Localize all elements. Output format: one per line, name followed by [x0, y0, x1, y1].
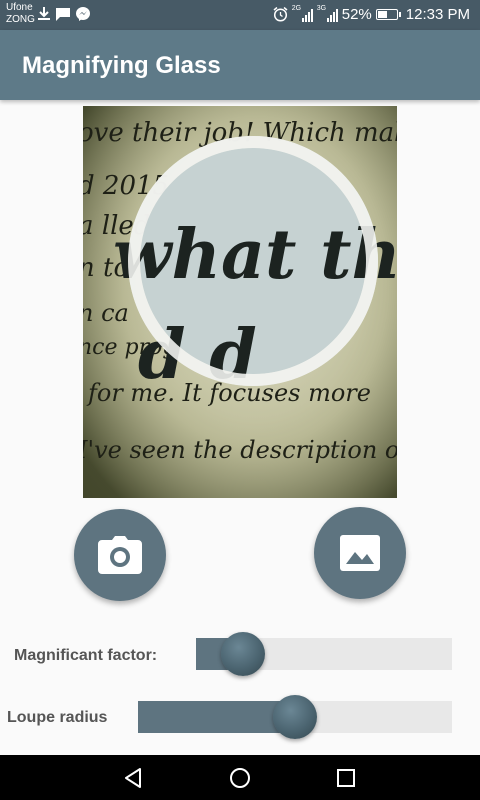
magnification-slider-thumb[interactable]: [221, 632, 266, 676]
battery-percent: 52%: [341, 6, 372, 23]
loupe-radius-label: Loupe radius: [7, 709, 108, 726]
gallery-icon: [340, 535, 380, 571]
svg-text:n ca: n ca: [83, 299, 129, 327]
magnified-photo[interactable]: ove their job! Which make d 2015 of a ll…: [83, 106, 397, 498]
loupe-radius-slider[interactable]: [138, 695, 452, 739]
alarm-icon: [273, 7, 288, 22]
signal-icon: 2G: [292, 5, 313, 22]
carrier-2: ZONG: [6, 14, 35, 25]
navigation-bar: [0, 755, 480, 800]
battery-icon: [375, 9, 401, 20]
loupe-radius-slider-thumb[interactable]: [273, 695, 317, 739]
svg-text:I've seen the description of: I've seen the description of: [83, 436, 397, 464]
clock: 12:33 PM: [405, 6, 470, 23]
gallery-button[interactable]: [314, 507, 406, 599]
battery-level: [377, 11, 387, 18]
magnification-slider[interactable]: [196, 632, 452, 676]
loupe-radius-slider-fill: [138, 701, 295, 733]
download-icon: [38, 7, 50, 20]
message-icon: [56, 7, 70, 21]
recents-icon[interactable]: [332, 764, 360, 792]
app-title: Magnifying Glass: [22, 52, 221, 79]
app-bar: Magnifying Glass: [0, 30, 480, 100]
svg-text:what th: what th: [113, 215, 397, 295]
signal-icon: 3G: [317, 5, 338, 22]
carrier-1: Ufone: [6, 2, 33, 13]
home-icon[interactable]: [226, 764, 254, 792]
messenger-icon: [76, 7, 90, 21]
back-icon[interactable]: [120, 764, 148, 792]
camera-icon: [98, 536, 142, 574]
signal-1-label: 2G: [291, 4, 302, 12]
magnification-label: Magnificant factor:: [14, 647, 158, 664]
photo-drawing: ove their job! Which make d 2015 of a ll…: [83, 106, 397, 498]
status-bar: Ufone ZONG 2G 3G 52% 12:33 PM: [0, 0, 480, 30]
signal-2-label: 3G: [316, 4, 327, 12]
camera-button[interactable]: [74, 509, 166, 601]
carrier-names: Ufone ZONG: [6, 2, 35, 26]
